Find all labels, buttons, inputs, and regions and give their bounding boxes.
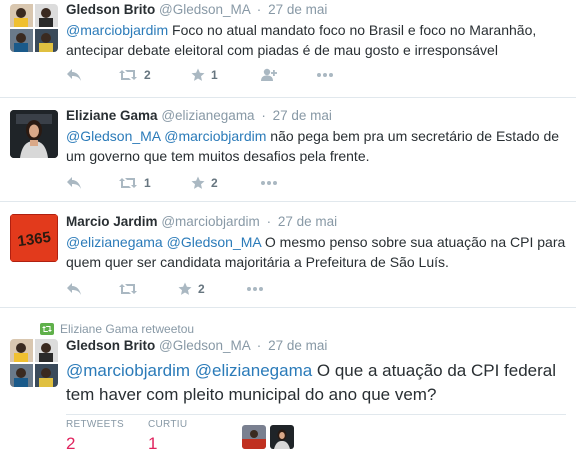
more-icon bbox=[247, 287, 263, 291]
tweet-header: Eliziane Gama @elizianegama · 27 de mai bbox=[66, 107, 568, 125]
avatar[interactable]: 1365 bbox=[10, 214, 58, 262]
tweet-text: @marciobjardim Foco no atual mandato foc… bbox=[66, 20, 568, 60]
mention-link[interactable]: @marciobjardim bbox=[164, 128, 266, 144]
retweet-badge-icon bbox=[40, 323, 54, 335]
timestamp[interactable]: 27 de mai bbox=[268, 338, 327, 353]
follow-icon bbox=[261, 68, 277, 81]
retweet-icon bbox=[119, 70, 137, 80]
retweet-context-text: Eliziane Gama retweetou bbox=[60, 322, 195, 336]
separator: · bbox=[256, 338, 262, 353]
timestamp[interactable]: 27 de mai bbox=[268, 2, 327, 17]
likes-stat-label: CURTIU bbox=[148, 419, 188, 430]
tweet-header: Gledson Brito @Gledson_MA · 27 de mai bbox=[66, 1, 568, 19]
retweets-stat-value: 2 bbox=[66, 434, 76, 453]
avatar[interactable] bbox=[10, 110, 58, 158]
reply-button[interactable] bbox=[66, 65, 82, 85]
favorite-button[interactable]: 1 bbox=[191, 65, 218, 85]
favorite-count: 2 bbox=[211, 176, 218, 190]
retweet-context[interactable]: Eliziane Gama retweetou bbox=[40, 322, 194, 336]
tweet-stats: RETWEETS 2 CURTIU 1 bbox=[66, 414, 566, 453]
reply-button[interactable] bbox=[66, 173, 82, 193]
tweet-1[interactable]: Gledson Brito @Gledson_MA · 27 de mai @m… bbox=[0, 0, 576, 98]
display-name[interactable]: Eliziane Gama bbox=[66, 108, 158, 123]
retweeter-avatar[interactable] bbox=[242, 425, 266, 449]
mention-link[interactable]: @marciobjardim bbox=[66, 361, 190, 380]
reply-icon bbox=[67, 177, 81, 189]
tweet-text: @marciobjardim @elizianegama O que a atu… bbox=[66, 359, 568, 407]
favorite-button[interactable]: 2 bbox=[178, 279, 205, 299]
reply-button[interactable] bbox=[66, 279, 82, 299]
favorite-count: 2 bbox=[198, 282, 205, 296]
likes-stat[interactable]: CURTIU 1 bbox=[148, 419, 187, 454]
display-name[interactable]: Marcio Jardim bbox=[66, 214, 158, 229]
tweet-text: @elizianegama @Gledson_MA O mesmo penso … bbox=[66, 232, 568, 272]
username[interactable]: @Gledson_MA bbox=[159, 338, 250, 353]
retweets-stat[interactable]: RETWEETS 2 bbox=[66, 419, 124, 454]
retweets-stat-label: RETWEETS bbox=[66, 419, 124, 430]
display-name[interactable]: Gledson Brito bbox=[66, 338, 155, 353]
tweet-header: Marcio Jardim @marciobjardim · 27 de mai bbox=[66, 213, 568, 231]
separator: · bbox=[266, 214, 272, 229]
username[interactable]: @marciobjardim bbox=[161, 214, 259, 229]
username[interactable]: @Gledson_MA bbox=[159, 2, 250, 17]
separator: · bbox=[256, 2, 262, 17]
tweet-2[interactable]: Eliziane Gama @elizianegama · 27 de mai … bbox=[0, 98, 576, 202]
retweet-icon bbox=[119, 284, 137, 294]
tweet-3[interactable]: 1365 Marcio Jardim @marciobjardim · 27 d… bbox=[0, 202, 576, 308]
reply-icon bbox=[67, 283, 81, 295]
follow-button[interactable] bbox=[260, 65, 278, 85]
mention-link[interactable]: @elizianegama bbox=[195, 361, 312, 380]
tweet-header: Gledson Brito @Gledson_MA · 27 de mai bbox=[66, 337, 568, 355]
favorite-count: 1 bbox=[211, 68, 218, 82]
mention-link[interactable]: @Gledson_MA bbox=[167, 234, 261, 250]
retweet-button[interactable] bbox=[118, 279, 138, 299]
more-icon bbox=[261, 181, 277, 185]
retweet-button[interactable]: 1 bbox=[118, 173, 151, 193]
mention-link[interactable]: @elizianegama bbox=[66, 234, 163, 250]
retweet-button[interactable]: 2 bbox=[118, 65, 151, 85]
favorite-button[interactable]: 2 bbox=[191, 173, 218, 193]
likes-stat-value: 1 bbox=[148, 434, 158, 453]
more-button[interactable] bbox=[246, 279, 264, 299]
tweet-text: @Gledson_MA @marciobjardim não pega bem … bbox=[66, 126, 568, 166]
more-icon bbox=[317, 73, 333, 77]
separator: · bbox=[261, 108, 266, 123]
retweet-count: 1 bbox=[144, 176, 151, 190]
timestamp[interactable]: 27 de mai bbox=[278, 214, 337, 229]
star-icon bbox=[191, 176, 205, 189]
display-name[interactable]: Gledson Brito bbox=[66, 2, 155, 17]
star-icon bbox=[191, 68, 205, 81]
avatar[interactable] bbox=[10, 4, 58, 52]
avatar[interactable] bbox=[10, 339, 58, 387]
retweet-icon bbox=[119, 178, 137, 188]
username[interactable]: @elizianegama bbox=[161, 108, 254, 123]
reply-icon bbox=[67, 69, 81, 81]
retweet-count: 2 bbox=[144, 68, 151, 82]
more-button[interactable] bbox=[316, 65, 334, 85]
mention-link[interactable]: @marciobjardim bbox=[66, 22, 168, 38]
timestamp[interactable]: 27 de mai bbox=[273, 108, 332, 123]
more-button[interactable] bbox=[260, 173, 278, 193]
star-icon bbox=[178, 282, 192, 295]
liker-avatar[interactable] bbox=[270, 425, 294, 449]
mention-link[interactable]: @Gledson_MA bbox=[66, 128, 160, 144]
